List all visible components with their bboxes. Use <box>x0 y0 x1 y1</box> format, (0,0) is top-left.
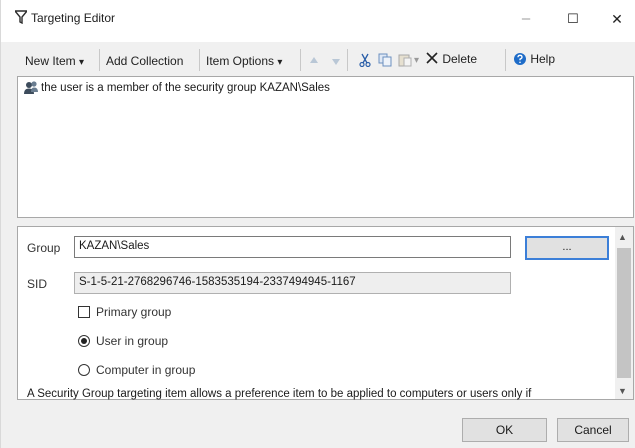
ok-button[interactable]: OK <box>462 418 547 442</box>
primary-group-label[interactable]: Primary group <box>96 305 171 319</box>
chevron-down-icon[interactable]: ▾ <box>414 55 419 66</box>
add-collection-button[interactable]: Add Collection <box>106 54 183 68</box>
user-in-group-label[interactable]: User in group <box>96 334 168 348</box>
move-up-icon[interactable] <box>309 56 319 66</box>
toolbar-separator <box>505 49 506 71</box>
toolbar-separator <box>300 49 301 71</box>
scroll-up-icon[interactable]: ▲ <box>618 232 627 242</box>
user-in-group-radio[interactable] <box>78 335 90 347</box>
targeting-editor-window: Targeting Editor – ☐ ✕ New Item ▾ Add Co… <box>0 0 635 448</box>
group-field[interactable]: KAZAN\Sales <box>74 236 511 258</box>
group-label: Group <box>27 241 61 255</box>
help-label: Help <box>530 52 556 66</box>
chevron-down-icon: ▾ <box>79 57 85 68</box>
item-options-button[interactable]: Item Options ▾ <box>206 54 282 68</box>
computer-in-group-radio[interactable] <box>78 364 90 376</box>
funnel-icon <box>15 10 27 24</box>
help-icon <box>514 53 526 65</box>
cut-icon[interactable] <box>359 53 371 67</box>
security-group-icon <box>24 81 38 94</box>
scrollbar-thumb[interactable] <box>617 248 631 378</box>
sid-field[interactable]: S-1-5-21-2768296746-1583535194-233749494… <box>74 272 511 294</box>
tree-item[interactable]: the user is a member of the security gro… <box>41 82 330 94</box>
help-button[interactable]: Help <box>513 52 555 66</box>
toolbar-separator <box>99 49 100 71</box>
new-item-button[interactable]: New Item ▾ <box>25 54 84 68</box>
cancel-button[interactable]: Cancel <box>557 418 629 442</box>
delete-button[interactable]: Delete <box>425 51 477 66</box>
chevron-down-icon: ▾ <box>277 57 283 68</box>
new-item-label: New Item <box>25 54 76 68</box>
copy-icon[interactable] <box>378 53 392 67</box>
targeting-items-tree[interactable] <box>17 76 634 218</box>
delete-label: Delete <box>442 52 478 66</box>
computer-in-group-label[interactable]: Computer in group <box>96 363 195 377</box>
minimize-button[interactable]: – <box>506 6 546 32</box>
browse-group-button[interactable]: ... <box>525 236 609 260</box>
item-options-label: Item Options <box>206 54 275 68</box>
maximize-button[interactable]: ☐ <box>553 6 593 32</box>
primary-group-checkbox[interactable] <box>78 306 90 318</box>
close-button[interactable]: ✕ <box>597 6 635 32</box>
toolbar-separator <box>347 49 348 71</box>
paste-icon[interactable] <box>398 53 412 67</box>
toolbar-separator <box>199 49 200 71</box>
delete-x-icon <box>426 52 438 64</box>
scroll-down-icon[interactable]: ▼ <box>618 386 627 396</box>
window-title: Targeting Editor <box>31 11 116 25</box>
move-down-icon[interactable] <box>331 56 341 66</box>
description-text: A Security Group targeting item allows a… <box>27 388 532 400</box>
sid-label: SID <box>27 277 48 291</box>
